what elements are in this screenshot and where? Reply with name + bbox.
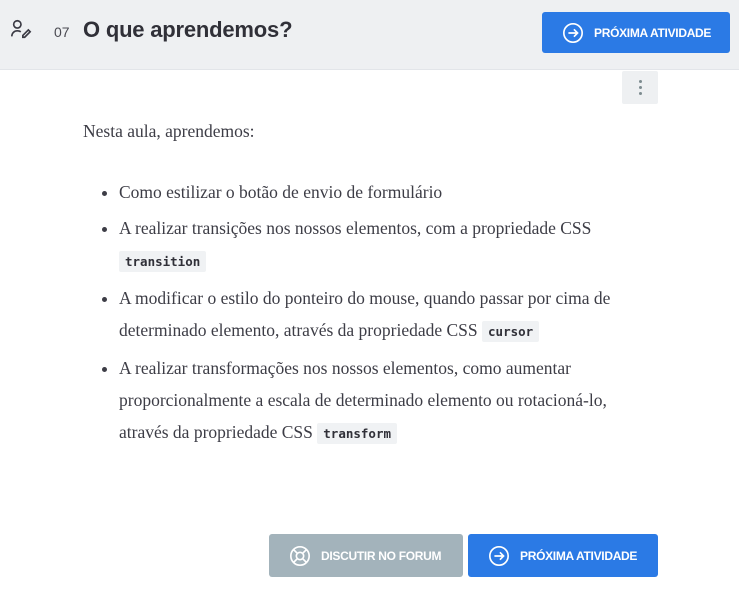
list-item: Como estilizar o botão de envio de formu… [119, 176, 623, 208]
code-snippet: transform [317, 423, 398, 444]
intro-text: Nesta aula, aprendemos: [83, 121, 255, 141]
list-item-text: Como estilizar o botão de envio de formu… [119, 182, 443, 202]
lesson-title: O que aprendemos? [83, 17, 293, 42]
next-activity-label: PRÓXIMA ATIVIDADE [594, 25, 712, 40]
next-activity-label: PRÓXIMA ATIVIDADE [520, 548, 638, 563]
lifebuoy-icon [290, 545, 310, 566]
arrow-circle-right-icon [489, 545, 509, 566]
kebab-menu-icon[interactable] [622, 71, 658, 104]
kebab-dot [638, 92, 642, 95]
kebab-dot [638, 86, 642, 89]
kebab-dot [638, 80, 642, 83]
list-item: A modificar o estilo do ponteiro do mous… [119, 282, 623, 348]
code-snippet: cursor [482, 321, 540, 342]
arrow-circle-right-icon [563, 22, 583, 43]
discuss-forum-label: DISCUTIR NO FORUM [321, 548, 442, 563]
lesson-header: 07 O que aprendemos? PRÓXIMA ATIVIDADE [0, 0, 739, 70]
list-item: A realizar transformações nos nossos ele… [119, 352, 623, 450]
lesson-number: 07 [54, 24, 70, 40]
next-activity-button-bottom[interactable]: PRÓXIMA ATIVIDADE [468, 534, 658, 577]
user-edit-icon[interactable] [10, 18, 32, 40]
lesson-content: Nesta aula, aprendemos: Como estilizar o… [83, 118, 623, 454]
discuss-forum-button[interactable]: DISCUTIR NO FORUM [269, 534, 463, 577]
code-snippet: transition [119, 251, 207, 272]
next-activity-button[interactable]: PRÓXIMA ATIVIDADE [542, 12, 730, 53]
list-item: A realizar transições nos nossos element… [119, 212, 623, 278]
learned-list: Como estilizar o botão de envio de formu… [83, 176, 623, 450]
list-item-text: A realizar transições nos nossos element… [119, 218, 592, 238]
